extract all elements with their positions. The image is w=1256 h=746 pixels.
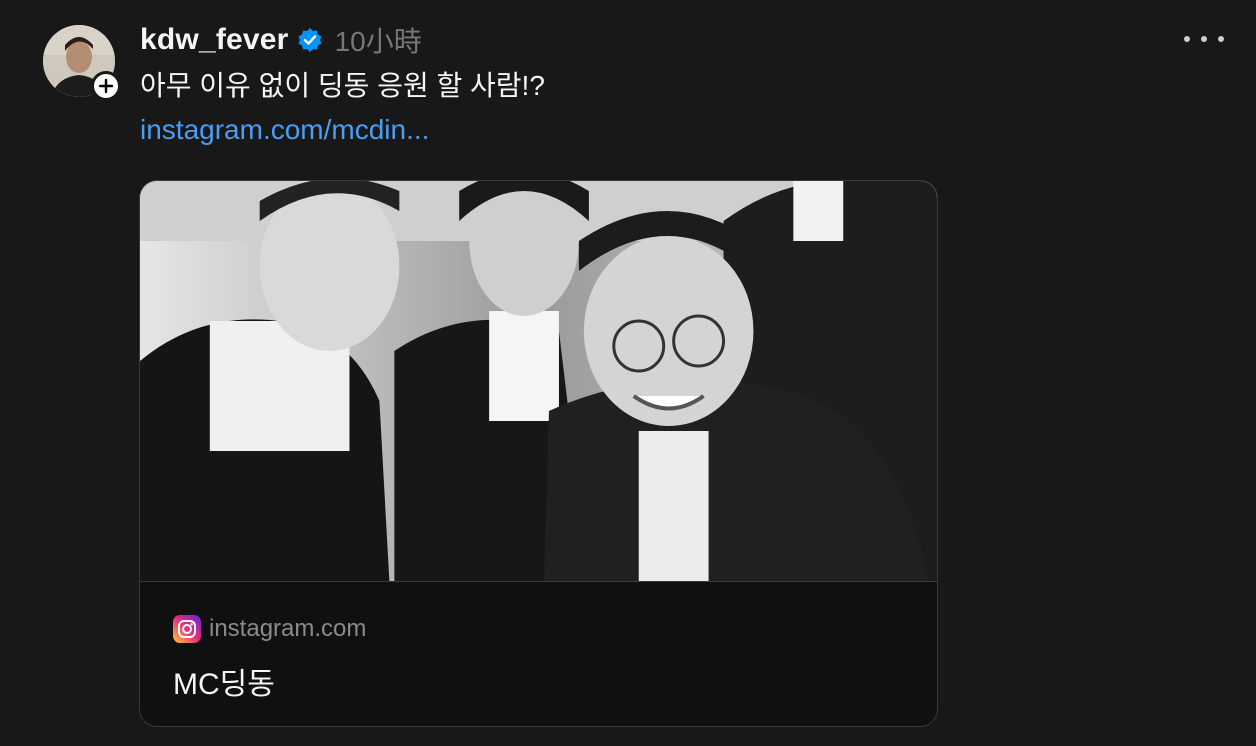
follow-button[interactable]: [91, 71, 121, 101]
ellipsis-icon: [1184, 36, 1190, 42]
more-options-button[interactable]: [1184, 28, 1224, 50]
plus-icon: [98, 78, 114, 94]
link-preview-card[interactable]: instagram.com MC딩동: [139, 180, 938, 727]
instagram-icon: [173, 615, 201, 643]
link-preview-footer: instagram.com MC딩동: [140, 583, 937, 726]
link-domain-row: instagram.com: [173, 615, 366, 643]
thread-post: kdw_fever 10小時 아무 이유 없이 딩동 응원 할 사람!? ins…: [0, 0, 1256, 746]
post-text: 아무 이유 없이 딩동 응원 할 사람!?: [140, 70, 545, 101]
ellipsis-icon: [1201, 36, 1207, 42]
ellipsis-icon: [1218, 36, 1224, 42]
verified-badge-icon: [297, 27, 323, 53]
link-domain: instagram.com: [209, 615, 367, 642]
post-timestamp: 10小時: [334, 26, 422, 57]
username[interactable]: kdw_fever: [140, 23, 289, 57]
avatar-container[interactable]: [43, 25, 121, 101]
post-header: kdw_fever 10小時: [140, 20, 422, 60]
post-link[interactable]: instagram.com/mcdin...: [140, 112, 429, 148]
link-title: MC딩동: [173, 668, 275, 701]
link-preview-image[interactable]: [140, 181, 937, 582]
